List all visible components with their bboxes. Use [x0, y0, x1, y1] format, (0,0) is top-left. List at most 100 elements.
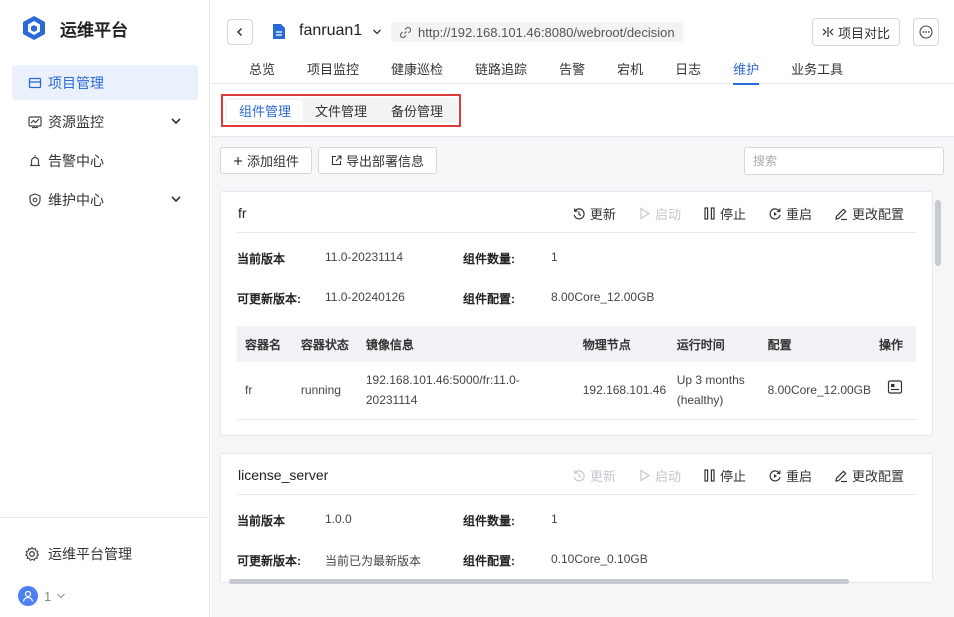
start-button[interactable]: 启动: [638, 466, 681, 485]
stop-label: 停止: [719, 469, 746, 484]
stop-button[interactable]: 停止: [703, 466, 746, 485]
scrollbar-thumb[interactable]: [229, 579, 849, 584]
change-config-button[interactable]: 更改配置: [834, 466, 904, 485]
sidebar-footer: 运维平台管理 1: [0, 517, 210, 617]
edit-icon: [835, 207, 847, 220]
component-config-label: 组件配置:: [463, 292, 515, 306]
updatable-version-field: 可更新版本: 11.0-20240126: [237, 290, 405, 307]
sidebar-item-project-management[interactable]: 项目管理: [12, 65, 198, 100]
sidebar-nav: 项目管理 资源监控 告警中心 维护中心: [12, 65, 198, 221]
column-header: 操作: [871, 326, 916, 362]
add-component-button[interactable]: 添加组件: [220, 147, 313, 174]
tab-overview[interactable]: 总览: [249, 59, 275, 84]
update-button[interactable]: 更新: [572, 466, 616, 485]
sidebar-item-label: 维护中心: [48, 191, 104, 208]
horizontal-scrollbar[interactable]: [221, 577, 943, 585]
restart-button[interactable]: 重启: [768, 466, 812, 485]
subtab-group: 组件管理 文件管理 备份管理: [225, 98, 457, 123]
sidebar-item-alarm-center[interactable]: 告警中心: [12, 143, 198, 178]
sidebar-item-label: 项目管理: [48, 74, 104, 91]
back-button[interactable]: [227, 19, 253, 45]
card-header: fr 更新 启动 停止 重启 更改配置: [221, 192, 932, 232]
current-version-label: 当前版本: [237, 252, 286, 266]
tab-alarm[interactable]: 告警: [559, 59, 585, 84]
sidebar-item-maintenance-center[interactable]: 维护中心: [12, 182, 198, 217]
search-input[interactable]: [744, 147, 944, 175]
change-config-label: 更改配置: [851, 469, 904, 484]
restart-label: 重启: [785, 469, 812, 484]
chevron-down-icon[interactable]: [170, 115, 182, 127]
tab-trace[interactable]: 链路追踪: [475, 59, 527, 84]
update-button[interactable]: 更新: [572, 204, 616, 223]
scrollbar-thumb[interactable]: [935, 200, 941, 266]
project-url[interactable]: http://192.168.101.46:8080/webroot/decis…: [391, 22, 683, 42]
table-row: fr running 192.168.101.46:5000/fr:11.0- …: [237, 362, 916, 420]
restart-icon: [769, 207, 781, 219]
image-info-line: 192.168.101.46:5000/fr:11.0-: [365, 373, 520, 388]
tab-downtime[interactable]: 宕机: [617, 59, 643, 84]
project-name[interactable]: fanruan1: [299, 22, 362, 40]
update-label: 更新: [589, 207, 616, 222]
component-config-value: 8.00Core_12.00GB: [551, 290, 655, 304]
restart-button[interactable]: 重启: [768, 204, 812, 223]
export-deploy-info-button[interactable]: 导出部署信息: [318, 147, 438, 174]
column-header: 容器状态: [292, 326, 358, 362]
more-options-button[interactable]: [913, 18, 939, 46]
add-component-label: 添加组件: [247, 154, 300, 169]
current-version-value: 1.0.0: [325, 512, 352, 526]
terminal-icon[interactable]: [887, 379, 903, 395]
subtab-component-management[interactable]: 组件管理: [227, 100, 303, 121]
sidebar-item-resource-monitor[interactable]: 资源监控: [12, 104, 198, 139]
main-content: 添加组件 导出部署信息 fr 更新 启动 停止: [211, 137, 954, 617]
project-tabs: 总览 项目监控 健康巡检 链路追踪 告警 宕机 日志 维护 业务工具: [249, 59, 875, 85]
app-title: 运维平台: [60, 20, 128, 40]
chevron-down-icon[interactable]: [372, 27, 382, 37]
component-config-label: 组件配置:: [463, 554, 515, 568]
sidebar: 运维平台 项目管理 资源监控 告警中心 维护中心 运维平台管理 1: [0, 0, 210, 617]
uptime: Up 3 months (healthy): [668, 362, 760, 420]
change-config-button[interactable]: 更改配置: [834, 204, 904, 223]
component-count-label: 组件数量:: [463, 252, 515, 266]
update-icon: [573, 207, 585, 219]
vertical-scrollbar[interactable]: [934, 192, 942, 578]
gear-icon: [24, 546, 40, 562]
restart-icon: [769, 469, 781, 481]
cube-logo-icon: [23, 16, 45, 40]
container-name: fr: [237, 362, 293, 420]
platform-management-label: 运维平台管理: [48, 546, 132, 562]
uptime-line: Up 3 months: [676, 373, 745, 388]
uptime-line: (healthy): [676, 393, 724, 408]
component-count-field: 组件数量: 1: [463, 250, 558, 267]
start-button[interactable]: 启动: [638, 204, 681, 223]
tab-business-tools[interactable]: 业务工具: [791, 59, 843, 84]
user-name: 1: [44, 588, 52, 604]
shield-icon: [28, 192, 42, 207]
tab-project-monitor[interactable]: 项目监控: [307, 59, 359, 84]
tab-log[interactable]: 日志: [675, 59, 701, 84]
column-header: 运行时间: [668, 326, 760, 362]
export-deploy-info-label: 导出部署信息: [346, 154, 425, 169]
chevron-down-icon: [57, 593, 66, 599]
updatable-version-value: 11.0-20240126: [325, 290, 405, 304]
subtab-backup-management[interactable]: 备份管理: [379, 100, 455, 121]
stop-button[interactable]: 停止: [703, 204, 746, 223]
restart-label: 重启: [785, 207, 812, 222]
tab-maintenance[interactable]: 维护: [733, 59, 760, 85]
export-icon: [331, 155, 342, 166]
component-name: license_server: [238, 467, 329, 483]
component-card-fr: fr 更新 启动 停止 重启 更改配置 当前版本 11.0-20231114 组…: [220, 191, 933, 436]
user-menu[interactable]: 1: [18, 586, 66, 606]
user-icon: [22, 590, 34, 602]
project-url-text: http://192.168.101.46:8080/webroot/decis…: [418, 24, 675, 40]
platform-management-link[interactable]: 运维平台管理: [24, 544, 132, 564]
tab-health-check[interactable]: 健康巡检: [391, 59, 443, 84]
alarm-icon: [28, 154, 42, 168]
component-count-field: 组件数量: 1: [463, 512, 558, 529]
more-icon: [919, 25, 933, 39]
document-icon: [273, 24, 285, 39]
chevron-down-icon[interactable]: [170, 193, 182, 205]
project-compare-button[interactable]: 项目对比: [812, 18, 900, 46]
component-config-value: 0.10Core_0.10GB: [551, 552, 648, 566]
change-config-label: 更改配置: [851, 207, 904, 222]
subtab-file-management[interactable]: 文件管理: [303, 100, 379, 121]
